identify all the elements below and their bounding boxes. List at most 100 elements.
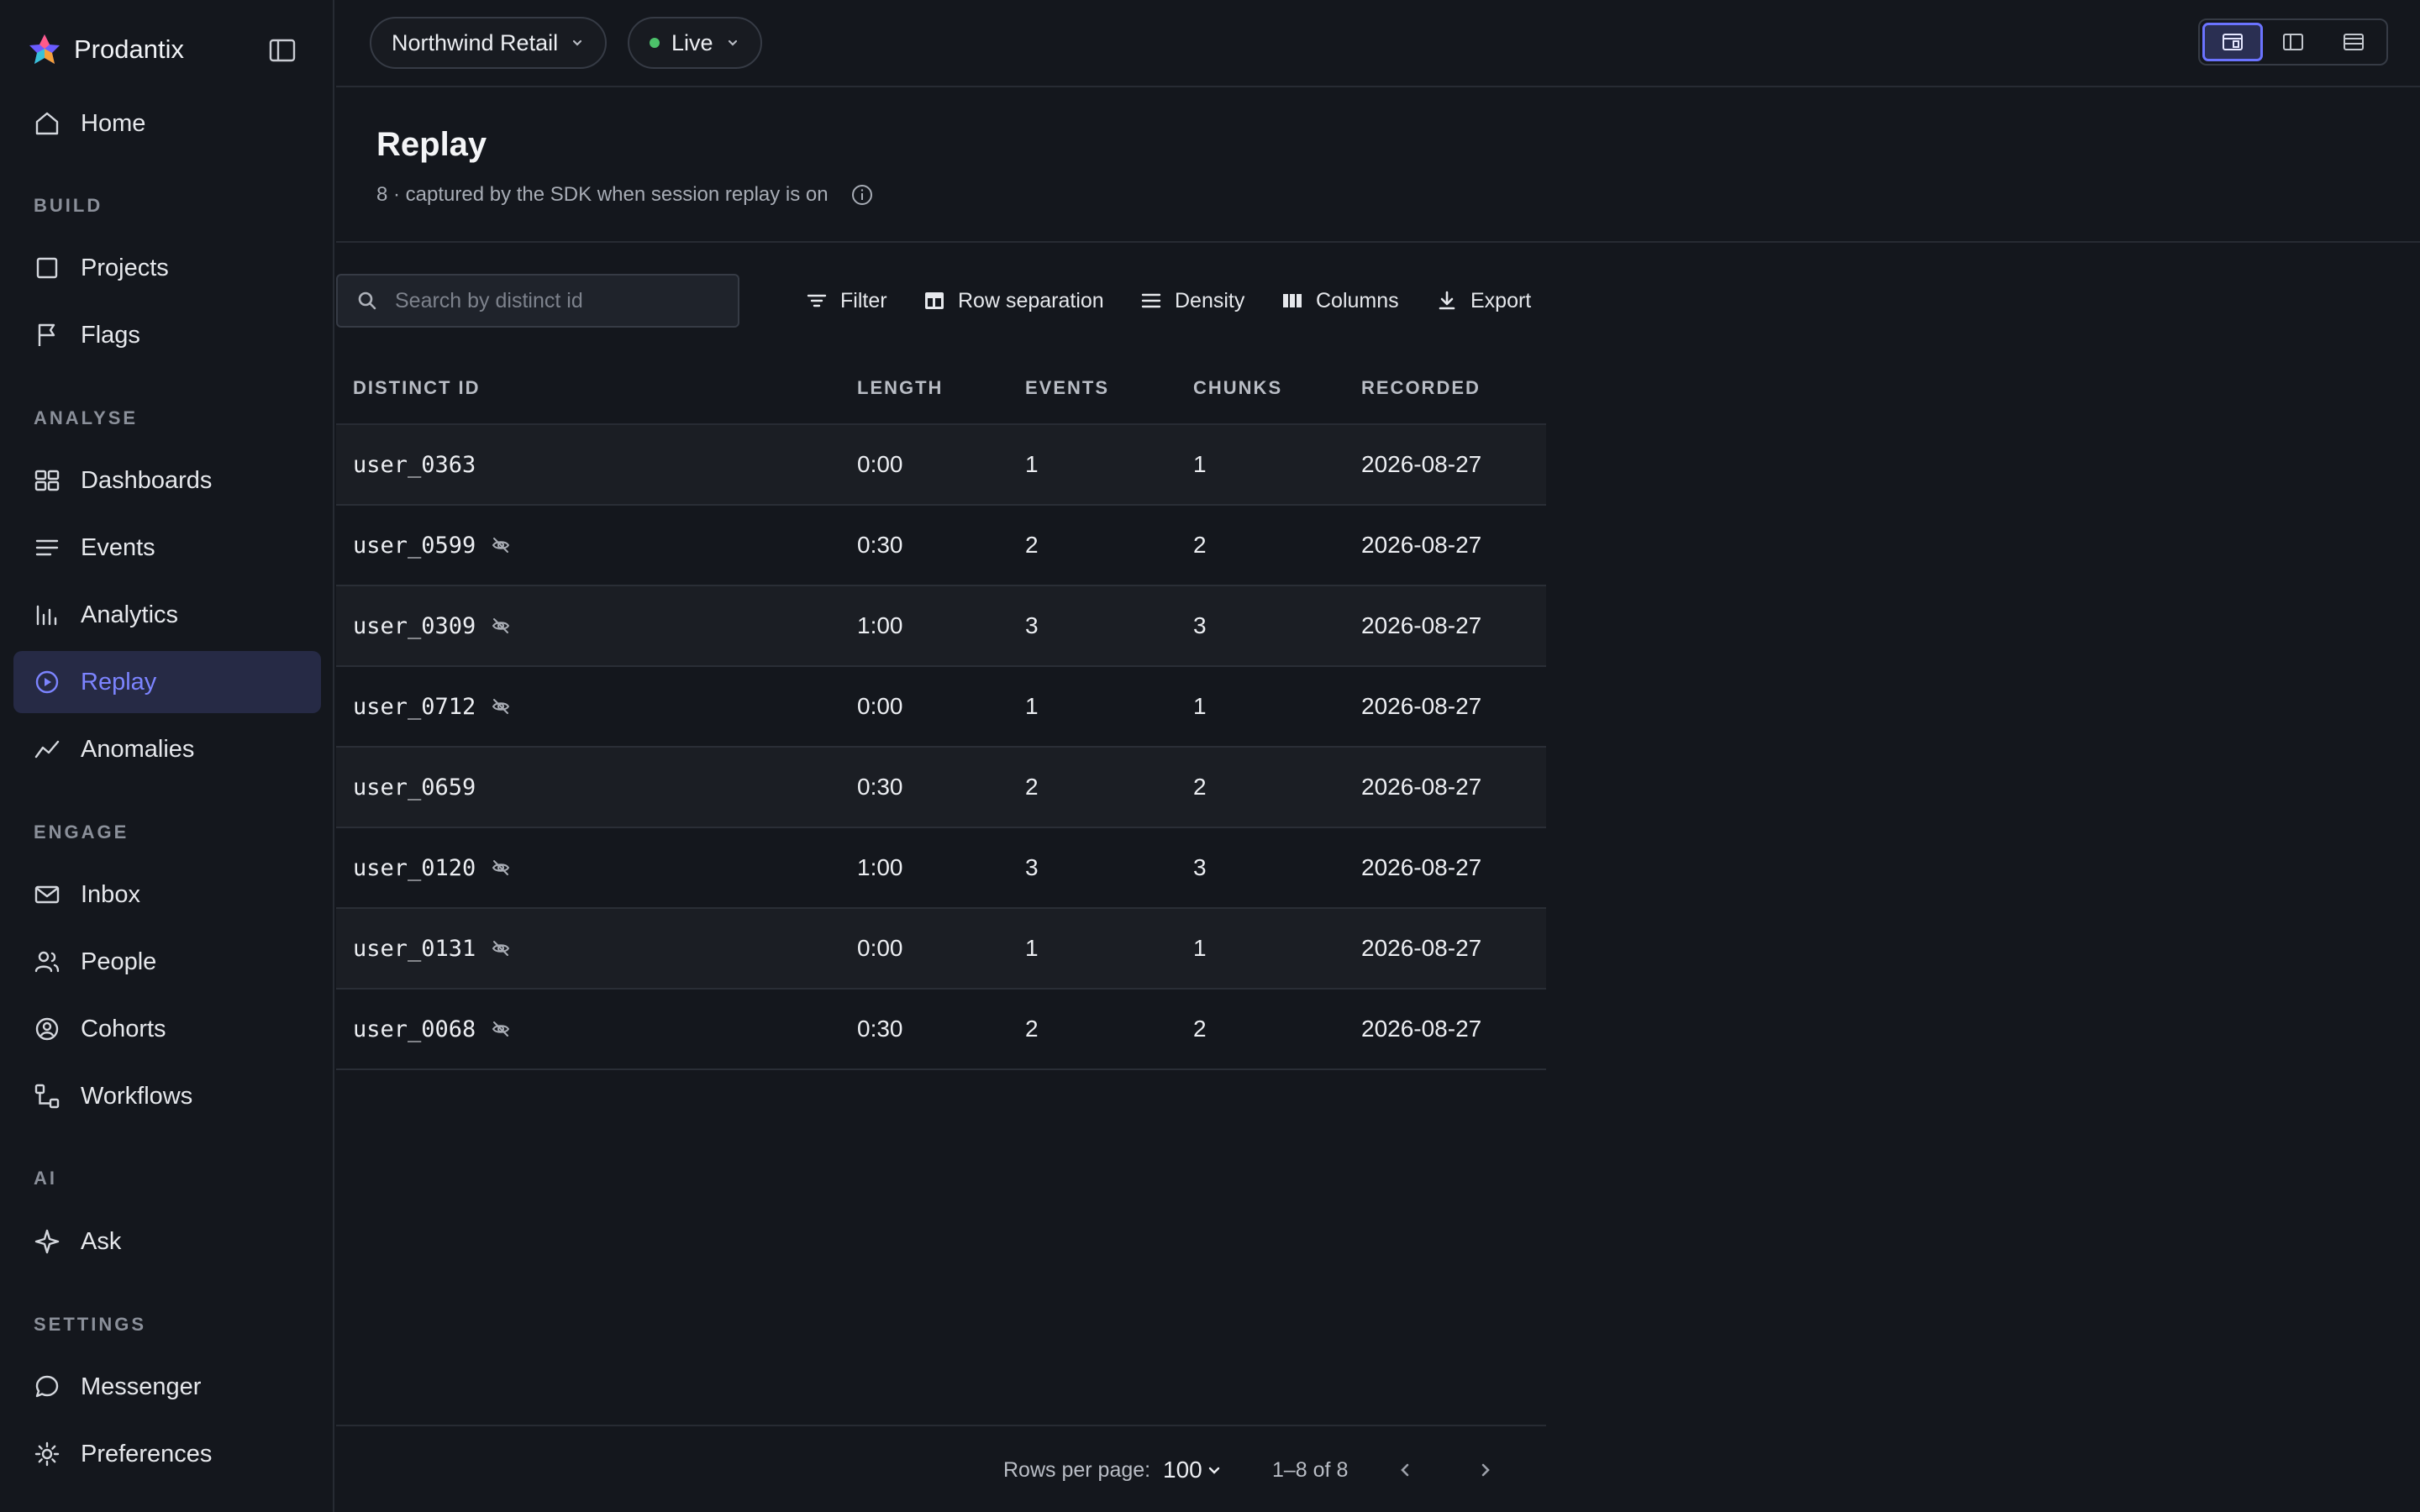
info-icon[interactable]	[850, 183, 874, 207]
sidebar-item-messenger[interactable]: Messenger	[13, 1356, 321, 1418]
export-button[interactable]: Export	[1435, 282, 1531, 319]
cell-events: 3	[1025, 612, 1039, 638]
column-header-distinct-id[interactable]: DISTINCT ID	[353, 377, 481, 399]
table-row[interactable]: user_0131 0:00 1 1 2026-08-27	[336, 909, 1546, 990]
sidebar-item-cohorts[interactable]: Cohorts	[13, 998, 321, 1060]
square-icon	[36, 257, 58, 279]
distinct-id-text: user_0659	[353, 774, 476, 801]
table-row[interactable]: user_0363 0:00 1 1 2026-08-27	[336, 425, 1546, 506]
pagination-bar: Rows per page: 100 1–8 of 8	[336, 1425, 1546, 1512]
layout-columns-icon	[2283, 34, 2303, 50]
cell-chunks: 2	[1193, 1016, 1207, 1042]
sidebar-item-flags[interactable]: Flags	[13, 304, 321, 366]
chevron-right-icon	[1481, 1463, 1490, 1477]
cell-distinct-id: user_0599	[353, 533, 511, 559]
cell-distinct-id: user_0131	[353, 936, 511, 962]
bar-chart-icon	[36, 605, 57, 626]
distinct-id-text: user_0712	[353, 693, 476, 720]
table-row[interactable]: user_0712 0:00 1 1 2026-08-27	[336, 667, 1546, 748]
table-rows-icon	[925, 292, 944, 309]
project-selector[interactable]: Northwind Retail	[370, 17, 608, 69]
eye-off-icon	[492, 860, 510, 875]
flag-icon	[38, 323, 55, 346]
play-circle-icon	[35, 670, 59, 694]
sidebar-item-label: Workflows	[81, 1082, 193, 1110]
sidebar-toggle-icon	[269, 39, 296, 62]
cell-length: 0:00	[857, 693, 903, 719]
sidebar-item-ask[interactable]: Ask	[13, 1210, 321, 1273]
sidebar-item-label: Anomalies	[81, 735, 195, 763]
project-name: Northwind Retail	[392, 29, 559, 55]
sidebar-toggle-button[interactable]	[267, 35, 297, 66]
columns-button[interactable]: Columns	[1281, 282, 1399, 319]
workflow-icon	[34, 1084, 60, 1109]
layout-sidebar-detail-button[interactable]	[2202, 23, 2263, 61]
chevron-left-icon	[1401, 1463, 1409, 1477]
sidebar-item-home[interactable]: Home	[13, 92, 321, 155]
table-row[interactable]: user_0599 0:30 2 2 2026-08-27	[336, 506, 1546, 586]
sidebar-item-people[interactable]: People	[13, 931, 321, 993]
column-header-recorded[interactable]: RECORDED	[1361, 377, 1481, 399]
previous-page-button[interactable]	[1388, 1453, 1422, 1487]
dashboard-icon	[34, 470, 60, 491]
sidebar-item-inbox[interactable]: Inbox	[13, 864, 321, 926]
sidebar-item-label: Dashboards	[81, 466, 213, 494]
cell-length: 0:30	[857, 532, 903, 558]
rows-per-page-select[interactable]: 100	[1163, 1457, 1223, 1483]
sidebar-item-anomalies[interactable]: Anomalies	[13, 718, 321, 780]
filter-button[interactable]: Filter	[805, 282, 887, 319]
chevron-down-icon	[728, 39, 737, 46]
density-icon	[1141, 293, 1161, 308]
sidebar-item-workflows[interactable]: Workflows	[13, 1065, 321, 1127]
sidebar-item-replay[interactable]: Replay	[13, 651, 321, 713]
filter-label: Filter	[840, 288, 887, 312]
chevron-down-icon	[1208, 1467, 1219, 1474]
divider	[336, 241, 2420, 243]
sidebar-item-analytics[interactable]: Analytics	[13, 584, 321, 646]
layout-stacked-button[interactable]	[2323, 23, 2384, 61]
distinct-id-text: user_0131	[353, 935, 476, 962]
cell-events: 1	[1025, 451, 1039, 477]
cell-events: 2	[1025, 1016, 1039, 1042]
cell-recorded: 2026-08-27	[1361, 451, 1482, 477]
sidebar-item-label: Home	[81, 109, 146, 137]
filter-icon	[807, 294, 827, 307]
cell-chunks: 3	[1193, 854, 1207, 880]
sidebar-item-label: Inbox	[81, 880, 140, 908]
column-header-chunks[interactable]: CHUNKS	[1193, 377, 1282, 399]
column-header-length[interactable]: LENGTH	[857, 377, 943, 399]
trend-icon	[34, 740, 60, 759]
brand-name: Prodantix	[74, 34, 184, 64]
environment-selector[interactable]: Live	[628, 17, 762, 69]
sidebar-item-projects[interactable]: Projects	[13, 237, 321, 299]
sidebar-item-label: Projects	[81, 254, 169, 281]
table-row[interactable]: user_0659 0:30 2 2 2026-08-27	[336, 748, 1546, 828]
table-row[interactable]: user_0309 1:00 3 3 2026-08-27	[336, 586, 1546, 667]
sidebar-item-events[interactable]: Events	[13, 517, 321, 579]
row-separation-button[interactable]: Row separation	[923, 282, 1104, 319]
live-status-dot	[650, 38, 660, 48]
chevron-down-icon	[572, 39, 582, 46]
column-header-events[interactable]: EVENTS	[1025, 377, 1109, 399]
chat-bubble-icon	[35, 1375, 59, 1398]
sparkle-icon	[34, 1229, 60, 1254]
sidebar-item-preferences[interactable]: Preferences	[13, 1423, 321, 1485]
cell-recorded: 2026-08-27	[1361, 935, 1482, 961]
cell-events: 2	[1025, 532, 1039, 558]
brand[interactable]: Prodantix	[27, 32, 184, 67]
distinct-id-text: user_0363	[353, 451, 476, 478]
page-title: Replay	[376, 126, 487, 163]
cell-chunks: 2	[1193, 774, 1207, 800]
sidebar-item-label: Preferences	[81, 1440, 213, 1467]
table-row[interactable]: user_0068 0:30 2 2 2026-08-27	[336, 990, 1546, 1070]
layout-split-button[interactable]	[2263, 23, 2323, 61]
search-input[interactable]	[395, 288, 714, 313]
cell-length: 0:00	[857, 935, 903, 961]
sidebar-item-dashboards[interactable]: Dashboards	[13, 449, 321, 512]
next-page-button[interactable]	[1469, 1453, 1502, 1487]
distinct-id-text: user_0599	[353, 532, 476, 559]
table-row[interactable]: user_0120 1:00 3 3 2026-08-27	[336, 828, 1546, 909]
density-button[interactable]: Density	[1139, 282, 1244, 319]
layout-rows-icon	[2344, 34, 2364, 50]
eye-off-icon	[492, 699, 510, 714]
